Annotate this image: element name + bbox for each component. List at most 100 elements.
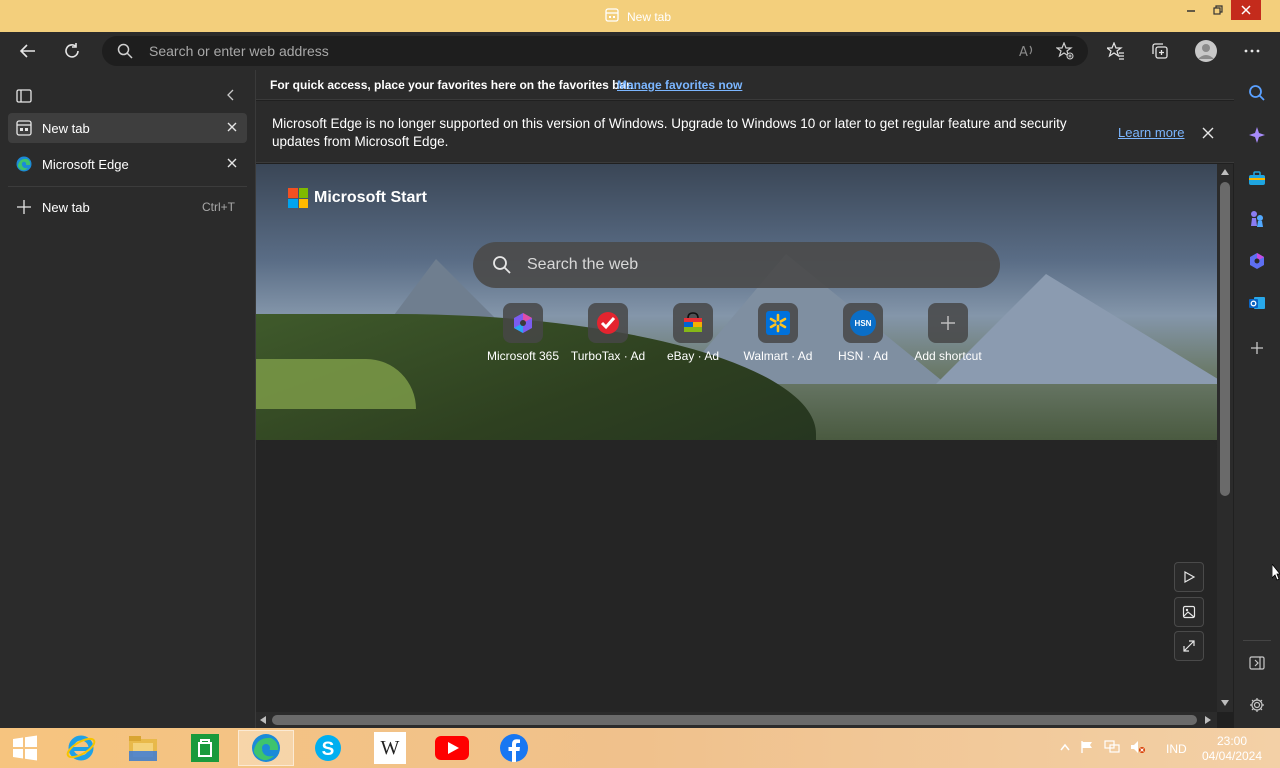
tab-new-tab[interactable]: New tab	[8, 113, 247, 143]
plus-icon	[928, 303, 968, 343]
sidebar-games-button[interactable]	[1245, 207, 1269, 231]
taskbar-edge[interactable]	[238, 730, 294, 766]
scrollbar-thumb[interactable]	[1220, 182, 1230, 496]
close-window-button[interactable]	[1231, 0, 1261, 20]
minimize-button[interactable]	[1176, 0, 1206, 20]
youtube-icon	[435, 736, 469, 760]
search-icon	[1249, 85, 1265, 101]
taskbar-store[interactable]	[177, 730, 233, 766]
tab-page-icon	[16, 120, 32, 139]
new-tab-shortcut: Ctrl+T	[202, 200, 235, 214]
favorites-icon	[1107, 42, 1124, 60]
chess-piece-icon	[1251, 211, 1263, 227]
taskbar-skype[interactable]: S	[300, 730, 356, 766]
clock[interactable]: 23:00 04/04/2024	[1196, 734, 1268, 764]
vertical-scrollbar[interactable]	[1217, 164, 1233, 712]
manage-favorites-link[interactable]: Manage favorites now	[617, 78, 742, 92]
window-title-text: New tab	[627, 9, 672, 24]
sidebar-add-button[interactable]	[1245, 336, 1269, 360]
close-tab-icon[interactable]	[225, 120, 239, 137]
input-language[interactable]: IND	[1166, 742, 1187, 756]
favorites-button[interactable]	[1102, 37, 1130, 65]
show-hidden-icons-icon[interactable]	[1060, 743, 1070, 751]
shortcut-microsoft-365[interactable]: Microsoft 365	[478, 303, 568, 367]
mouse-cursor-icon	[1272, 564, 1280, 581]
folder-icon	[129, 736, 157, 761]
taskbar-file-explorer[interactable]	[115, 730, 171, 766]
shortcut-label: TurboTax · Ad	[570, 349, 646, 363]
gear-icon	[1250, 698, 1264, 712]
close-infobar-icon[interactable]	[1200, 125, 1216, 144]
sidebar-search-button[interactable]	[1245, 81, 1269, 105]
taskbar-facebook[interactable]	[486, 730, 542, 766]
scrollbar-thumb[interactable]	[272, 715, 1197, 725]
settings-more-button[interactable]	[1238, 37, 1266, 65]
shortcut-ebay[interactable]: eBay · Ad	[648, 303, 738, 367]
restore-icon	[1213, 5, 1223, 15]
hsn-icon: HSN	[843, 303, 883, 343]
flag-icon[interactable]	[1080, 740, 1094, 754]
sidebar-microsoft365-button[interactable]	[1245, 249, 1269, 273]
close-icon	[1241, 5, 1251, 15]
sidebar-settings-button[interactable]	[1245, 693, 1269, 717]
facebook-icon	[500, 734, 528, 762]
shortcut-hsn[interactable]: HSN HSN · Ad	[818, 303, 908, 367]
microsoft-start-brand[interactable]: Microsoft Start	[288, 188, 427, 208]
sidebar-tools-button[interactable]	[1245, 166, 1269, 190]
sparkle-icon	[1249, 127, 1265, 143]
brand-label: Microsoft Start	[314, 189, 427, 206]
skype-icon: S	[315, 735, 341, 761]
tab-microsoft-edge[interactable]: Microsoft Edge	[8, 149, 247, 179]
new-tab-label: New tab	[42, 200, 90, 215]
collections-button[interactable]	[1146, 37, 1174, 65]
close-tab-icon[interactable]	[225, 156, 239, 173]
sidebar-toggle-icon	[1249, 656, 1265, 670]
microsoft-logo-icon	[288, 188, 308, 208]
learn-more-link[interactable]: Learn more	[1118, 125, 1184, 140]
back-button[interactable]	[14, 37, 42, 65]
background-image-button[interactable]	[1174, 597, 1204, 627]
add-shortcut-button[interactable]: Add shortcut	[903, 303, 993, 367]
tab-label: Microsoft Edge	[42, 157, 129, 172]
hide-sidebar-button[interactable]	[1245, 651, 1269, 675]
read-aloud-icon[interactable]: A	[1018, 42, 1036, 63]
clock-date: 04/04/2024	[1201, 749, 1263, 763]
outlook-icon	[1249, 297, 1265, 309]
favorites-bar-hint: For quick access, place your favorites h…	[270, 78, 634, 92]
web-search-placeholder: Search the web	[527, 256, 639, 273]
shortcut-turbotax[interactable]: TurboTax · Ad	[563, 303, 653, 367]
taskbar-youtube[interactable]	[424, 730, 480, 766]
system-tray	[1060, 740, 1146, 754]
tab-page-icon	[605, 8, 619, 25]
shortcut-label: HSN · Ad	[837, 349, 888, 363]
new-tab-button[interactable]: New tab Ctrl+T	[8, 192, 247, 222]
shortcut-label: Walmart · Ad	[743, 349, 813, 363]
shortcut-walmart[interactable]: Walmart · Ad	[733, 303, 823, 367]
windows-taskbar: S W IND 23:00 04/04/2024	[0, 728, 1280, 768]
restore-button[interactable]	[1203, 0, 1233, 20]
sidebar-discover-button[interactable]	[1245, 123, 1269, 147]
clock-time: 23:00	[1216, 734, 1248, 748]
start-button[interactable]	[0, 730, 50, 766]
expand-button[interactable]	[1174, 631, 1204, 661]
windows-logo-icon	[13, 735, 37, 761]
refresh-button[interactable]	[58, 37, 86, 65]
horizontal-scrollbar[interactable]	[256, 712, 1217, 728]
play-background-button[interactable]	[1174, 562, 1204, 592]
collapse-panel-icon[interactable]	[224, 88, 238, 105]
taskbar-internet-explorer[interactable]	[53, 730, 109, 766]
turbotax-icon	[588, 303, 628, 343]
profile-button[interactable]	[1192, 37, 1220, 65]
browser-toolbar: Search or enter web address A	[0, 32, 1280, 70]
avatar-icon	[1195, 40, 1217, 62]
address-bar[interactable]: Search or enter web address A	[102, 36, 1088, 66]
tab-actions-icon[interactable]	[16, 88, 32, 107]
web-search-box[interactable]: Search the web	[473, 242, 1000, 288]
taskbar-wikipedia[interactable]: W	[362, 730, 418, 766]
sidebar-outlook-button[interactable]	[1245, 291, 1269, 315]
volume-muted-icon[interactable]	[1130, 740, 1146, 754]
window-title: New tab	[605, 8, 671, 25]
network-icon[interactable]	[1104, 740, 1120, 754]
add-favorite-icon[interactable]	[1055, 41, 1074, 63]
image-icon	[1182, 605, 1196, 619]
